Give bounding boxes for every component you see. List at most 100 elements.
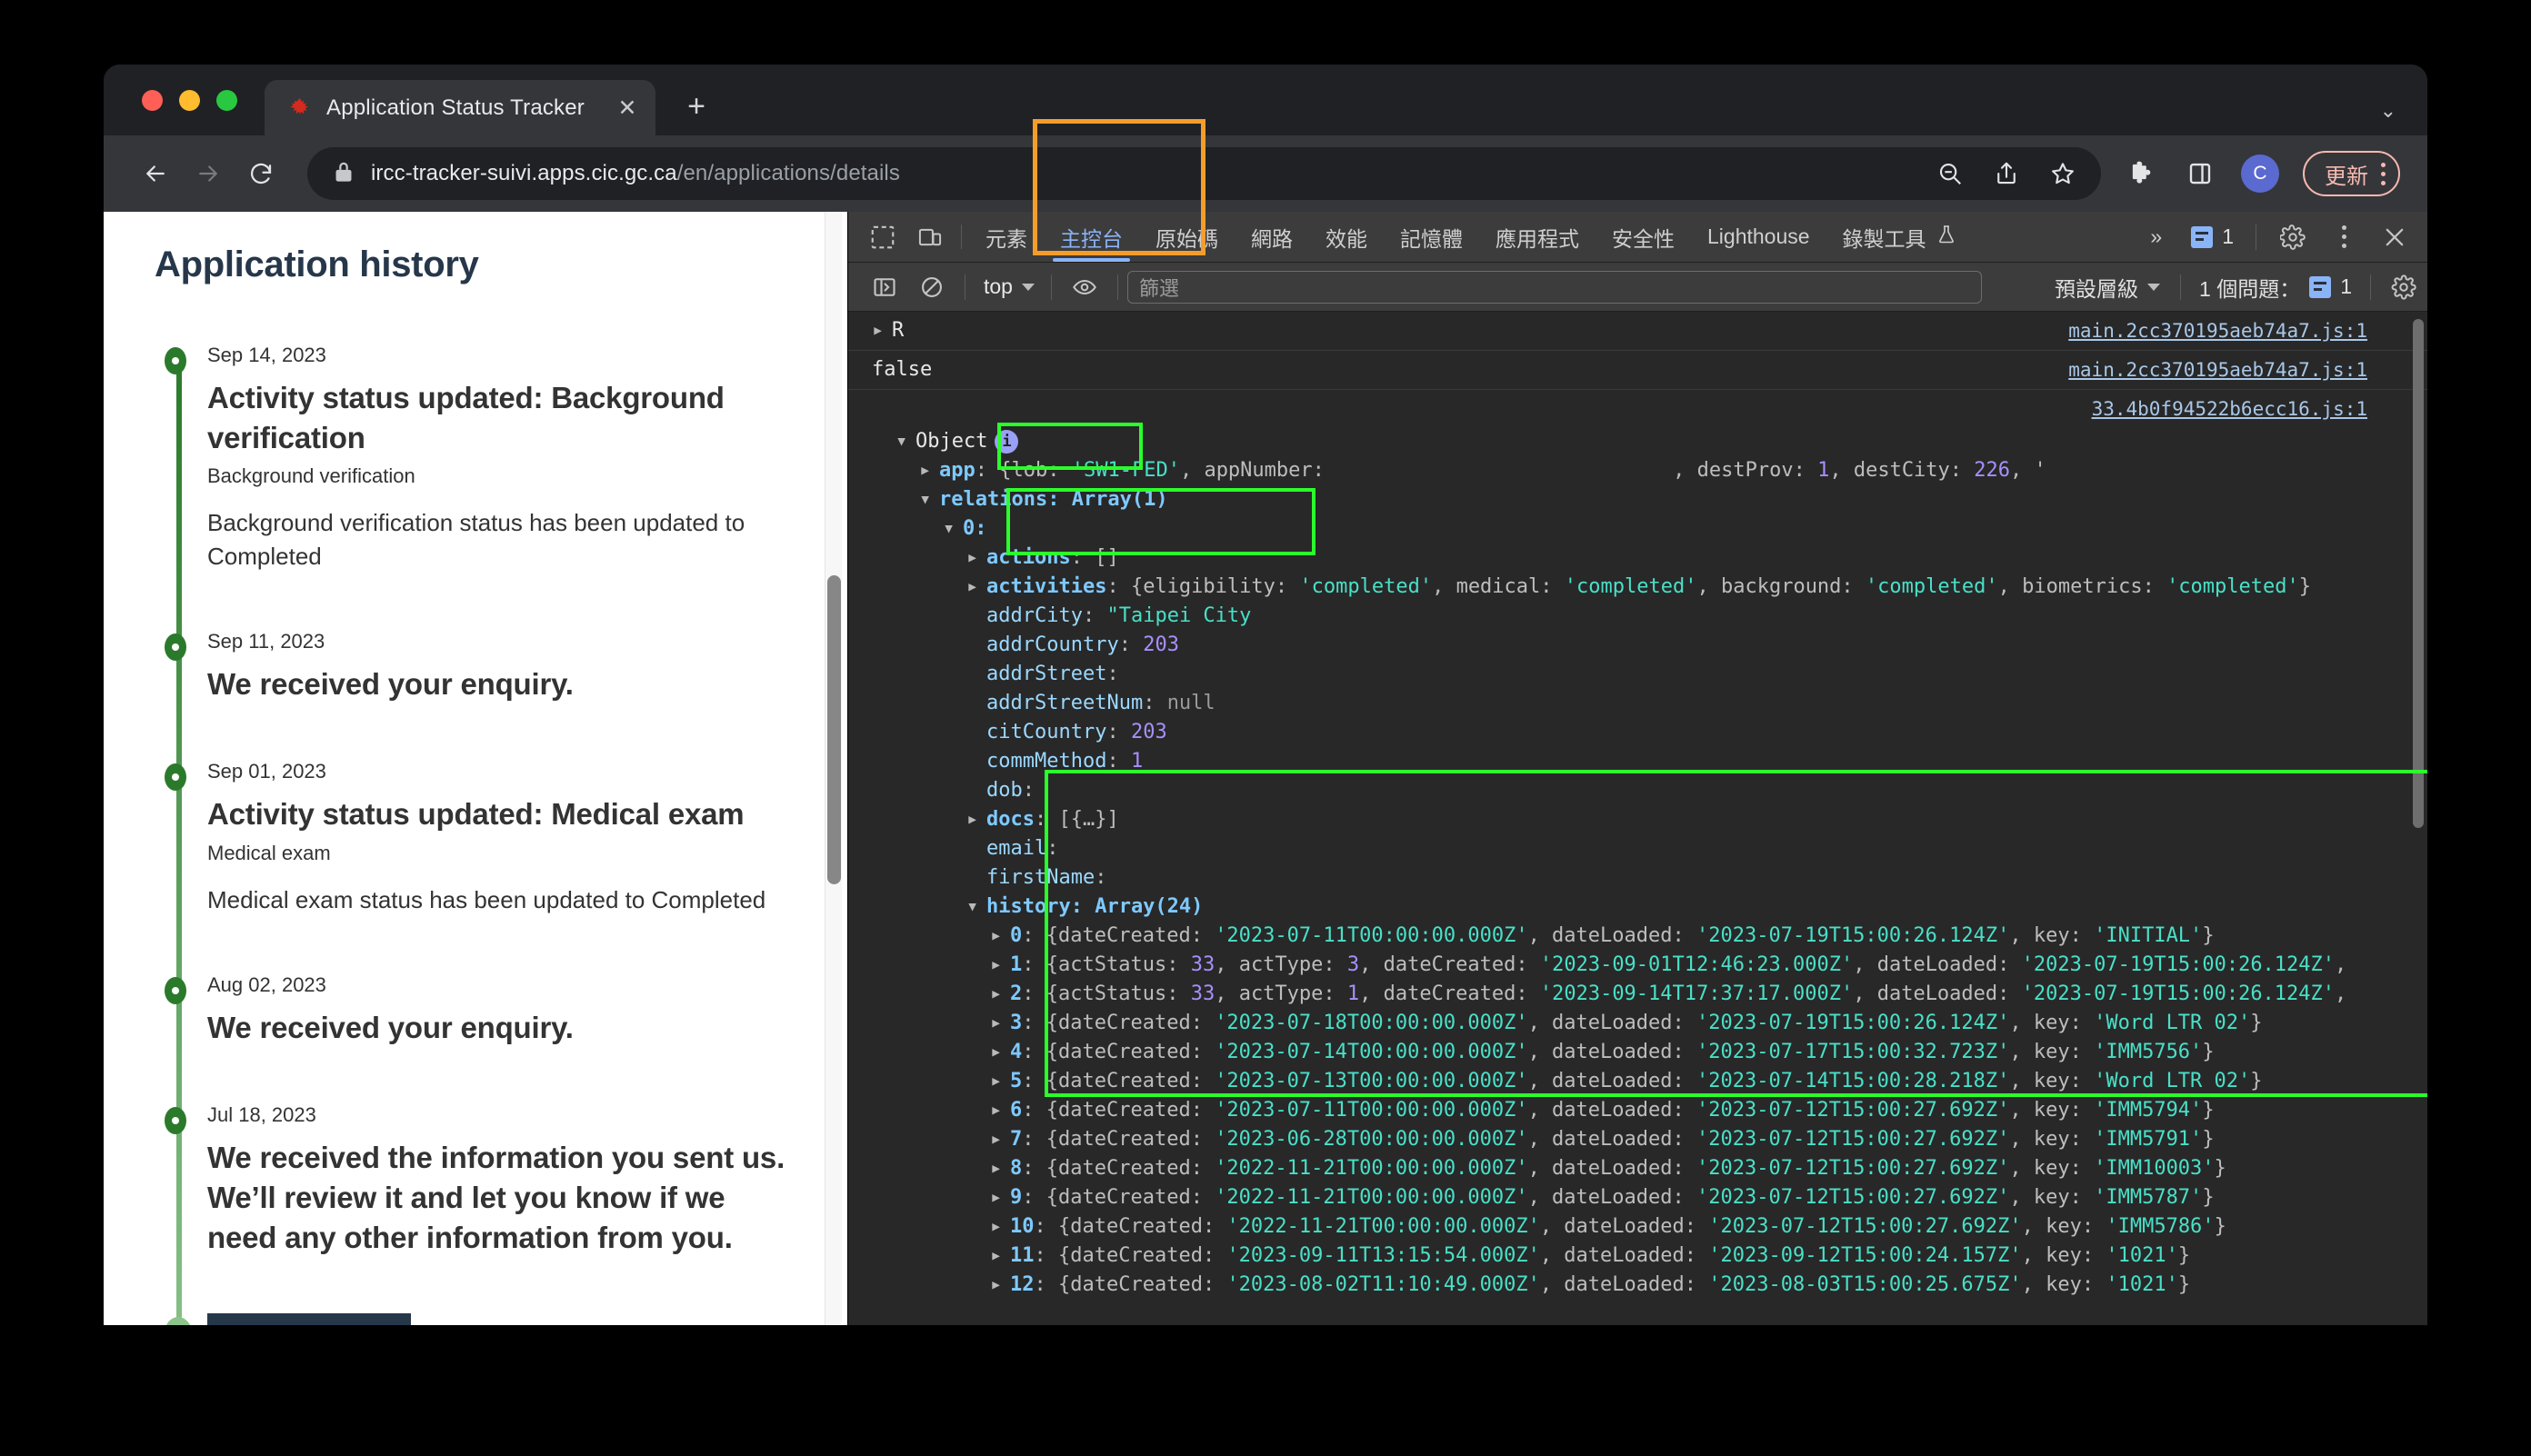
console-filter-input[interactable]: 篩選 bbox=[1126, 270, 1982, 304]
gear-icon[interactable] bbox=[2269, 224, 2316, 250]
zoom-out-icon[interactable] bbox=[1934, 157, 1966, 190]
console-message-source[interactable]: main.2cc370195aeb74a7.js:1 bbox=[2068, 355, 2427, 384]
tab-sources[interactable]: 原始碼 bbox=[1139, 212, 1235, 262]
console-settings-gear-icon[interactable] bbox=[2380, 274, 2427, 300]
avatar[interactable]: C bbox=[2241, 155, 2279, 193]
history-array-row[interactable]: ▸ 8: {dateCreated: '2022-11-21T00:00:00.0… bbox=[895, 1154, 2427, 1183]
close-icon[interactable] bbox=[2371, 224, 2418, 250]
close-window-button[interactable] bbox=[142, 89, 163, 111]
expand-arrow-icon[interactable]: ▸ bbox=[990, 1038, 1010, 1067]
tab-performance[interactable]: 效能 bbox=[1309, 212, 1384, 262]
history-array-row[interactable]: ▸ 4: {dateCreated: '2023-07-14T00:00:00.0… bbox=[895, 1038, 2427, 1067]
history-array-row[interactable]: ▸ 9: {dateCreated: '2022-11-21T00:00:00.0… bbox=[895, 1183, 2427, 1212]
kebab-menu-icon[interactable] bbox=[2381, 162, 2386, 185]
maximize-window-button[interactable] bbox=[216, 89, 237, 111]
console-message[interactable]: ▸ R main.2cc370195aeb74a7.js:1 bbox=[848, 312, 2427, 351]
tab-memory[interactable]: 記憶體 bbox=[1384, 212, 1479, 262]
minimize-window-button[interactable] bbox=[179, 89, 200, 111]
kebab-menu-icon[interactable] bbox=[2320, 225, 2367, 248]
address-bar[interactable]: ircc-tracker-suivi.apps.cic.gc.ca/en/app… bbox=[307, 147, 2101, 200]
history-array-row[interactable]: ▸ 3: {dateCreated: '2023-07-18T00:00:00.0… bbox=[895, 1009, 2427, 1038]
inspect-element-icon[interactable] bbox=[859, 212, 906, 262]
device-toolbar-icon[interactable] bbox=[906, 212, 954, 262]
see-older-history-button[interactable]: See older history bbox=[207, 1313, 412, 1325]
new-tab-button[interactable]: + bbox=[670, 80, 723, 133]
expand-arrow-icon[interactable]: ▸ bbox=[990, 1125, 1010, 1154]
history-array-row[interactable]: ▸ 0: {dateCreated: '2023-07-11T00:00:00.0… bbox=[895, 922, 2427, 951]
console-message-source[interactable]: 33.4b0f94522b6ecc16.js:1 bbox=[2092, 394, 2427, 424]
side-panel-icon[interactable] bbox=[2183, 156, 2217, 191]
forward-arrow-icon[interactable] bbox=[182, 147, 235, 200]
expand-arrow-icon[interactable]: ▸ bbox=[990, 1096, 1010, 1125]
object-property-docs[interactable]: ▸ docs: [{…}] bbox=[895, 805, 2427, 834]
puzzle-piece-icon[interactable] bbox=[2125, 156, 2159, 191]
timeline-dot-icon bbox=[165, 633, 186, 661]
expand-arrow-icon[interactable]: ▸ bbox=[990, 1154, 1010, 1183]
history-array-row[interactable]: ▸ 12: {dateCreated: '2023-08-02T11:10:49.… bbox=[895, 1271, 2427, 1300]
history-array-row[interactable]: ▸ 6: {dateCreated: '2023-07-11T00:00:00.0… bbox=[895, 1096, 2427, 1125]
console-scrollbar-thumb[interactable] bbox=[2413, 319, 2424, 828]
chevron-down-icon[interactable]: ⌄ bbox=[2380, 99, 2396, 123]
expand-arrow-icon[interactable]: ▸ bbox=[990, 951, 1010, 980]
history-array-row[interactable]: ▸ 11: {dateCreated: '2023-09-11T13:15:54.… bbox=[895, 1242, 2427, 1271]
url-path: /en/applications/details bbox=[676, 161, 900, 185]
history-token: } bbox=[2202, 1128, 2215, 1151]
history-array-row[interactable]: ▸ 2: {actStatus: 33, actType: 1, dateCrea… bbox=[895, 980, 2427, 1009]
expand-arrow-icon[interactable]: ▸ bbox=[990, 1212, 1010, 1242]
page-scrollbar-thumb[interactable] bbox=[827, 575, 841, 884]
tab-lighthouse[interactable]: Lighthouse bbox=[1691, 212, 1826, 262]
more-tabs-button[interactable]: » bbox=[2134, 224, 2178, 249]
console-output[interactable]: ▸ R main.2cc370195aeb74a7.js:1 false main… bbox=[848, 312, 2427, 1325]
console-message-object[interactable]: 33.4b0f94522b6ecc16.js:1 ▾ Object i ▸ app: … bbox=[848, 390, 2427, 1304]
history-token: '2023-09-11T13:15:54.000Z' bbox=[1226, 1244, 1540, 1267]
console-message[interactable]: false main.2cc370195aeb74a7.js:1 bbox=[848, 351, 2427, 390]
tab-recorder[interactable]: 錄製工具 bbox=[1826, 212, 1974, 262]
object-property-firstname: firstName: bbox=[986, 866, 1107, 889]
star-icon[interactable] bbox=[2046, 157, 2079, 190]
tab-network[interactable]: 網路 bbox=[1235, 212, 1309, 262]
object-property-app[interactable]: ▸ app: {lob: 'SW1-FED', appNumber: , dest… bbox=[895, 456, 2427, 485]
reload-icon[interactable] bbox=[235, 147, 287, 200]
object-array-index-0[interactable]: ▾ 0: bbox=[895, 514, 2427, 544]
close-tab-button[interactable]: ✕ bbox=[612, 93, 643, 124]
share-icon[interactable] bbox=[1990, 157, 2023, 190]
console-issues-count: 1 bbox=[2340, 274, 2352, 298]
divider bbox=[2370, 274, 2371, 300]
log-level-selector[interactable]: 預設層級 bbox=[2044, 272, 2171, 303]
object-property-activities[interactable]: ▸ activities: {eligibility: 'completed', … bbox=[895, 573, 2427, 602]
console-message-source[interactable]: main.2cc370195aeb74a7.js:1 bbox=[2068, 316, 2427, 345]
expand-arrow-icon[interactable]: ▸ bbox=[990, 922, 1010, 951]
expand-arrow-icon[interactable]: ▸ bbox=[990, 1067, 1010, 1096]
history-array-row[interactable]: ▸ 10: {dateCreated: '2022-11-21T00:00:00.… bbox=[895, 1212, 2427, 1242]
object-property-history[interactable]: ▾ history: Array(24) bbox=[895, 893, 2427, 922]
devtools-panel: 元素 主控台 原始碼 網路 效能 記憶體 應用程式 安全性 Lighthouse… bbox=[847, 212, 2427, 1325]
execution-context-selector[interactable]: top bbox=[975, 274, 1042, 299]
eye-icon[interactable] bbox=[1061, 274, 1108, 300]
expand-arrow-icon[interactable]: ▸ bbox=[990, 1009, 1010, 1038]
tab-console[interactable]: 主控台 bbox=[1044, 212, 1139, 262]
console-issues-summary[interactable]: 1 個問題： 1 bbox=[2190, 272, 2361, 303]
browser-tab[interactable]: Application Status Tracker ✕ bbox=[265, 80, 655, 136]
history-token: } bbox=[2177, 1273, 2191, 1296]
toolbar-actions: C 更新 bbox=[2125, 151, 2400, 196]
back-arrow-icon[interactable] bbox=[129, 147, 182, 200]
history-array-row[interactable]: ▸ 5: {dateCreated: '2023-07-13T00:00:00.0… bbox=[895, 1067, 2427, 1096]
clear-console-icon[interactable] bbox=[908, 274, 955, 300]
divider bbox=[961, 224, 962, 249]
expand-arrow-icon[interactable]: ▸ bbox=[990, 980, 1010, 1009]
object-property-relations[interactable]: ▾ relations: Array(1) bbox=[895, 485, 2427, 514]
expand-arrow-icon[interactable]: ▸ bbox=[990, 1242, 1010, 1271]
object-property-actions[interactable]: ▸ actions: [] bbox=[895, 544, 2427, 573]
tab-application[interactable]: 應用程式 bbox=[1479, 212, 1596, 262]
expand-arrow-icon[interactable]: ▸ bbox=[990, 1271, 1010, 1300]
object-root-row[interactable]: ▾ Object i bbox=[895, 427, 2427, 456]
console-sidebar-icon[interactable] bbox=[861, 274, 908, 300]
object-property-dob: dob: bbox=[986, 779, 1035, 802]
tab-security[interactable]: 安全性 bbox=[1596, 212, 1691, 262]
history-array-row[interactable]: ▸ 7: {dateCreated: '2023-06-28T00:00:00.0… bbox=[895, 1125, 2427, 1154]
update-button[interactable]: 更新 bbox=[2303, 151, 2400, 196]
history-array-row[interactable]: ▸ 1: {actStatus: 33, actType: 3, dateCrea… bbox=[895, 951, 2427, 980]
issues-badge[interactable]: 1 bbox=[2182, 224, 2243, 249]
expand-arrow-icon[interactable]: ▸ bbox=[990, 1183, 1010, 1212]
tab-elements[interactable]: 元素 bbox=[969, 212, 1044, 262]
